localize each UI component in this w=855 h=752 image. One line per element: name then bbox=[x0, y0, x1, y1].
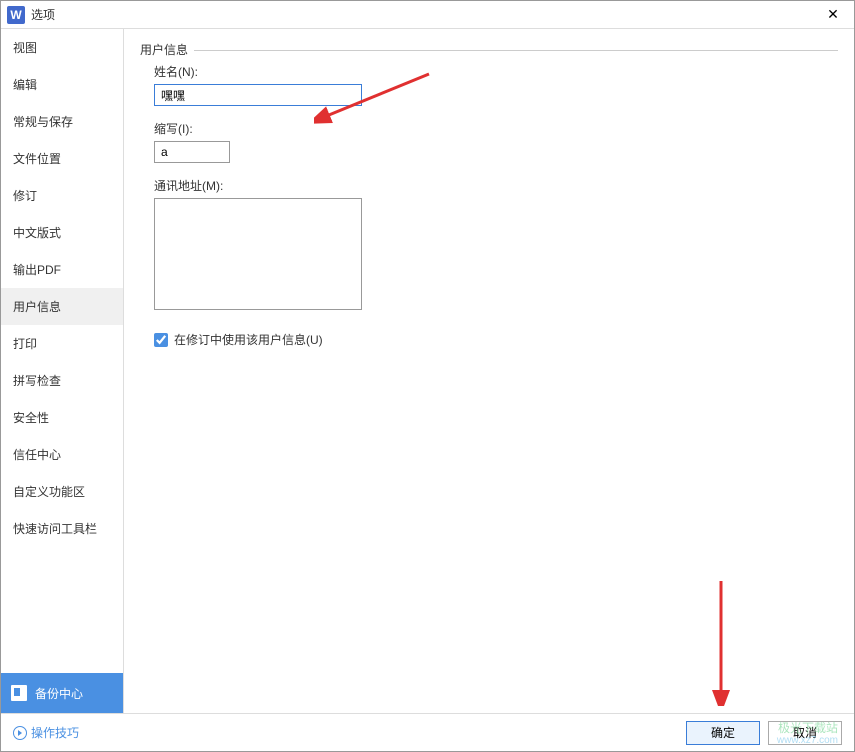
sidebar: 视图 编辑 常规与保存 文件位置 修订 中文版式 输出PDF 用户信息 打印 拼… bbox=[1, 29, 124, 713]
address-group: 通讯地址(M): bbox=[154, 177, 838, 313]
initials-input[interactable] bbox=[154, 141, 230, 163]
backup-center-label: 备份中心 bbox=[35, 685, 83, 702]
sidebar-item-general-save[interactable]: 常规与保存 bbox=[1, 103, 123, 140]
use-in-revision-checkbox[interactable] bbox=[154, 333, 168, 347]
name-label: 姓名(N): bbox=[154, 63, 838, 80]
main-container: 视图 编辑 常规与保存 文件位置 修订 中文版式 输出PDF 用户信息 打印 拼… bbox=[1, 29, 854, 713]
tips-link[interactable]: 操作技巧 bbox=[13, 724, 79, 741]
use-in-revision-label: 在修订中使用该用户信息(U) bbox=[174, 331, 323, 348]
app-icon: W bbox=[7, 6, 25, 24]
sidebar-item-user-info[interactable]: 用户信息 bbox=[1, 288, 123, 325]
footer: 操作技巧 确定 取消 bbox=[1, 713, 854, 751]
sidebar-item-print[interactable]: 打印 bbox=[1, 325, 123, 362]
cancel-button[interactable]: 取消 bbox=[768, 721, 842, 745]
name-group: 姓名(N): bbox=[154, 63, 838, 106]
sidebar-item-view[interactable]: 视图 bbox=[1, 29, 123, 66]
close-icon[interactable]: ✕ bbox=[818, 5, 848, 25]
sidebar-item-file-location[interactable]: 文件位置 bbox=[1, 140, 123, 177]
use-in-revision-row: 在修订中使用该用户信息(U) bbox=[154, 331, 838, 348]
address-textarea[interactable] bbox=[154, 198, 362, 310]
sidebar-item-chinese-layout[interactable]: 中文版式 bbox=[1, 214, 123, 251]
sidebar-item-quick-access-toolbar[interactable]: 快速访问工具栏 bbox=[1, 510, 123, 547]
section-divider bbox=[140, 50, 838, 51]
address-label: 通讯地址(M): bbox=[154, 177, 838, 194]
tips-label: 操作技巧 bbox=[31, 724, 79, 741]
backup-icon bbox=[11, 685, 27, 701]
sidebar-item-revision[interactable]: 修订 bbox=[1, 177, 123, 214]
sidebar-items: 视图 编辑 常规与保存 文件位置 修订 中文版式 输出PDF 用户信息 打印 拼… bbox=[1, 29, 123, 713]
ok-button[interactable]: 确定 bbox=[686, 721, 760, 745]
sidebar-item-security[interactable]: 安全性 bbox=[1, 399, 123, 436]
titlebar: W 选项 ✕ bbox=[1, 1, 854, 29]
section-title: 用户信息 bbox=[140, 41, 194, 58]
window-title: 选项 bbox=[31, 6, 818, 23]
sidebar-item-output-pdf[interactable]: 输出PDF bbox=[1, 251, 123, 288]
initials-label: 缩写(I): bbox=[154, 120, 838, 137]
sidebar-item-edit[interactable]: 编辑 bbox=[1, 66, 123, 103]
sidebar-item-custom-ribbon[interactable]: 自定义功能区 bbox=[1, 473, 123, 510]
name-input[interactable] bbox=[154, 84, 362, 106]
initials-group: 缩写(I): bbox=[154, 120, 838, 163]
play-circle-icon bbox=[13, 726, 27, 740]
backup-center-button[interactable]: 备份中心 bbox=[1, 673, 123, 713]
sidebar-item-spell-check[interactable]: 拼写检查 bbox=[1, 362, 123, 399]
content-panel: 用户信息 姓名(N): 缩写(I): 通讯地址(M): 在修订中使用该用户信息(… bbox=[124, 29, 854, 713]
sidebar-item-trust-center[interactable]: 信任中心 bbox=[1, 436, 123, 473]
